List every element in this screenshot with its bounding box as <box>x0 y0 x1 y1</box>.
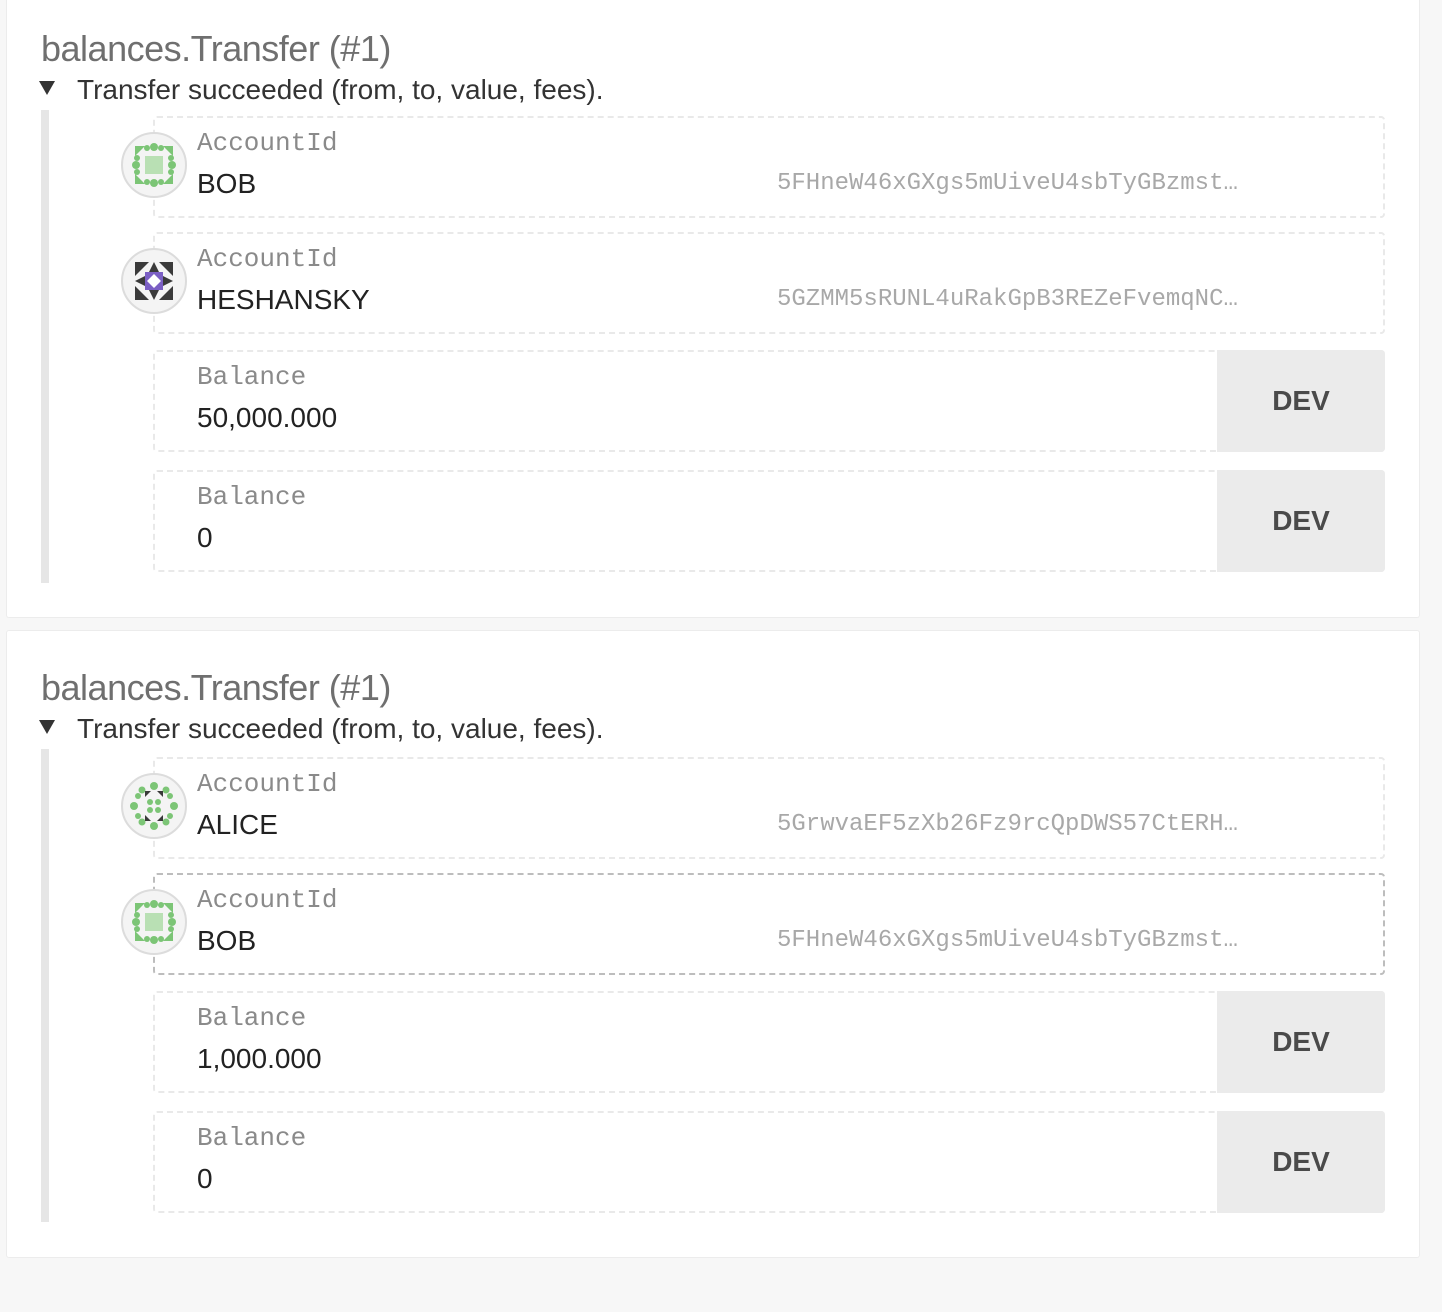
event-summary-text: Transfer succeeded (from, to, value, fee… <box>77 74 604 105</box>
identicon-icon[interactable] <box>121 889 187 955</box>
event-title: balances.Transfer (#1) <box>41 667 391 708</box>
param-type-label: AccountId <box>197 128 338 158</box>
balance-value: 0 <box>197 1163 213 1194</box>
balance-value: 50,000.000 <box>197 402 338 433</box>
event-summary-toggle[interactable]: Transfer succeeded (from, to, value, fee… <box>39 74 604 106</box>
param-type-label: AccountId <box>197 885 338 915</box>
account-name: BOB <box>197 168 257 199</box>
event-card: balances.Transfer (#1) Transfer succeede… <box>6 0 1420 618</box>
unit-badge: DEV <box>1217 1111 1385 1213</box>
param-type-label: Balance <box>197 1003 307 1033</box>
param-account-from[interactable]: AccountId ALICE 5GrwvaEF5zXb26Fz9rcQpDWS… <box>121 757 1385 859</box>
account-address[interactable]: 5FHneW46xGXgs5mUiveU4sbTyGBzmst… <box>777 170 1317 197</box>
param-type-label: Balance <box>197 1123 307 1153</box>
param-balance-value[interactable]: Balance 50,000.000 DEV <box>153 350 1385 452</box>
identicon-icon[interactable] <box>121 773 187 839</box>
event-card: balances.Transfer (#1) Transfer succeede… <box>6 630 1420 1258</box>
triangle-down-icon[interactable] <box>39 81 55 95</box>
account-name: ALICE <box>197 809 278 840</box>
param-account-from[interactable]: AccountId BOB 5FHneW46xGXgs5mUiveU4sbTyG… <box>121 116 1385 218</box>
event-title: balances.Transfer (#1) <box>41 28 391 69</box>
account-address[interactable]: 5GrwvaEF5zXb26Fz9rcQpDWS57CtERH… <box>777 811 1317 838</box>
params-indent-bar <box>41 749 49 1222</box>
param-balance-value[interactable]: Balance 1,000.000 DEV <box>153 991 1385 1093</box>
event-summary-text: Transfer succeeded (from, to, value, fee… <box>77 713 604 744</box>
identicon-icon[interactable] <box>121 132 187 198</box>
account-name: BOB <box>197 925 257 956</box>
param-account-to[interactable]: AccountId BOB 5FHneW46xGXgs5mUiveU4sbTyG… <box>121 873 1385 975</box>
param-type-label: AccountId <box>197 769 338 799</box>
unit-badge: DEV <box>1217 470 1385 572</box>
unit-badge: DEV <box>1217 350 1385 452</box>
param-account-to[interactable]: AccountId HESHANSKY 5GZMM5sRUNL4uRakGpB3… <box>121 232 1385 334</box>
param-type-label: Balance <box>197 482 307 512</box>
params-indent-bar <box>41 110 49 583</box>
triangle-down-icon[interactable] <box>39 720 55 734</box>
param-type-label: Balance <box>197 362 307 392</box>
balance-value: 1,000.000 <box>197 1043 322 1074</box>
param-balance-fees[interactable]: Balance 0 DEV <box>153 470 1385 572</box>
event-summary-toggle[interactable]: Transfer succeeded (from, to, value, fee… <box>39 713 604 745</box>
account-address[interactable]: 5FHneW46xGXgs5mUiveU4sbTyGBzmst… <box>777 927 1317 954</box>
identicon-icon[interactable] <box>121 248 187 314</box>
account-name: HESHANSKY <box>197 284 370 315</box>
balance-value: 0 <box>197 522 213 553</box>
unit-badge: DEV <box>1217 991 1385 1093</box>
account-address[interactable]: 5GZMM5sRUNL4uRakGpB3REZeFvemqNC… <box>777 286 1317 313</box>
param-type-label: AccountId <box>197 244 338 274</box>
param-balance-fees[interactable]: Balance 0 DEV <box>153 1111 1385 1213</box>
